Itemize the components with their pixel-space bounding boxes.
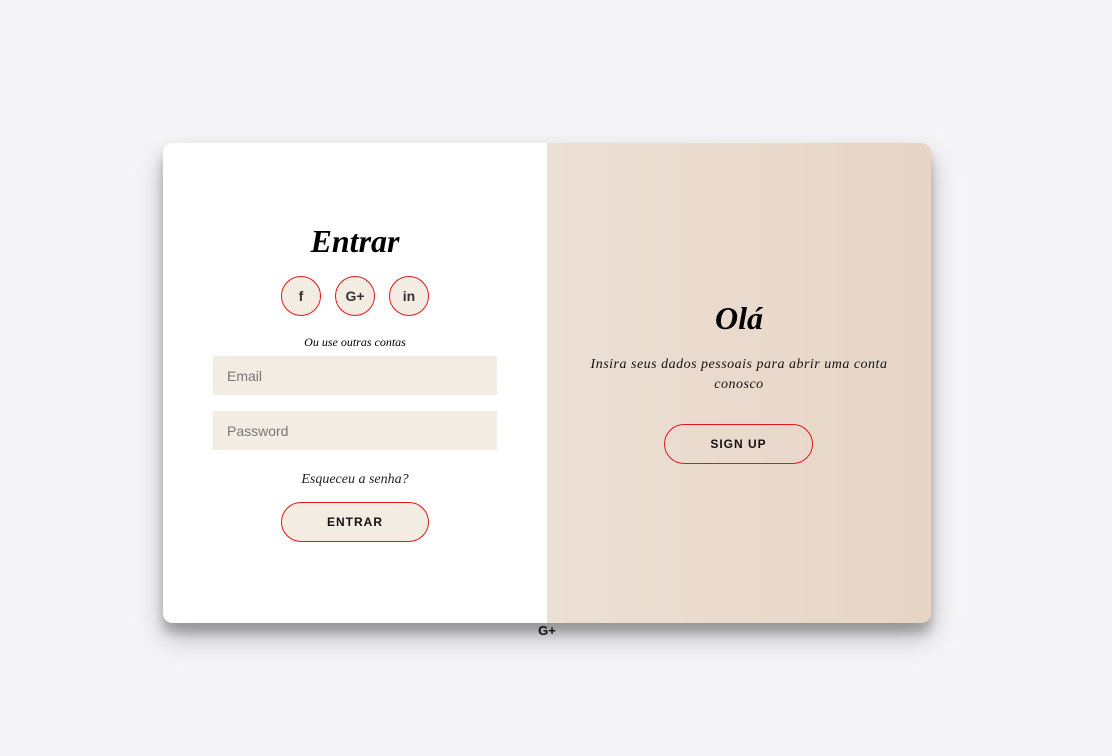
alt-accounts-text: Ou use outras contas [304, 335, 406, 349]
signup-button[interactable]: SIGN UP [664, 424, 813, 464]
overlay-title: Olá [715, 300, 763, 336]
email-field[interactable] [213, 356, 497, 395]
linkedin-icon[interactable]: in [389, 276, 429, 316]
google-plus-icon[interactable]: G+ [536, 623, 558, 639]
social-buttons: f G+ in [163, 276, 547, 316]
signin-title: Entrar [310, 223, 400, 259]
forgot-password-link[interactable]: Esqueceu a senha? [163, 472, 547, 488]
signin-panel: Entrar f G+ in Ou use outras contas Esqu… [163, 143, 547, 623]
password-field[interactable] [213, 411, 497, 450]
login-card: Entrar f G+ in Ou use outras contas Esqu… [163, 143, 931, 623]
google-plus-icon[interactable]: G+ [335, 276, 375, 316]
facebook-icon[interactable]: f [281, 276, 321, 316]
overlay-panel: Olá Insira seus dados pessoais para abri… [547, 143, 931, 623]
enter-button[interactable]: ENTRAR [281, 502, 429, 542]
overlay-description: Insira seus dados pessoais para abrir um… [590, 357, 888, 392]
